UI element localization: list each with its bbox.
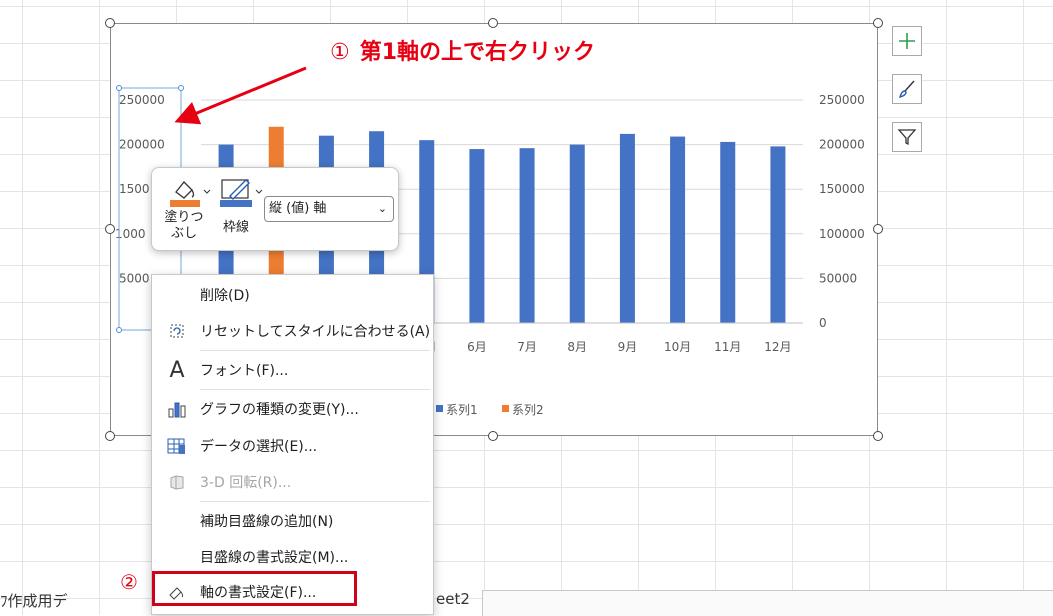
menu-item-select-data[interactable]: データの選択(E)... [152, 431, 433, 461]
chart-elements-button[interactable] [892, 26, 922, 56]
menu-label: リセットしてスタイルに合わせる(A) [200, 324, 431, 340]
bar-1-11月 [720, 141, 736, 323]
chart-handle-middle-left[interactable] [105, 224, 115, 234]
chart-element-select[interactable]: 縦 (値) 軸 ⌄ [264, 196, 394, 222]
pen-outline-icon [220, 179, 263, 207]
chart-handle-top-right[interactable] [873, 18, 883, 28]
step1-text: 第1軸の上で右クリック [359, 40, 596, 65]
font-icon: A [169, 357, 185, 383]
select-data-icon [166, 435, 188, 457]
annotation-arrow [174, 66, 307, 125]
left-axis-tick: 5000 [119, 271, 150, 285]
menu-item-3d-rotation: 3-D 回転(R)... [152, 467, 433, 497]
category-label: 11月 [714, 340, 741, 354]
3d-rotation-icon [166, 471, 188, 493]
menu-label: データの選択(E)... [200, 439, 318, 455]
right-axis-tick: 50000 [819, 271, 857, 285]
legend-swatch [436, 405, 443, 412]
chart-styles-button[interactable] [892, 74, 922, 104]
paint-bucket-icon [170, 181, 211, 207]
step1-annotation: ① 第1軸の上で右クリック [330, 34, 595, 66]
context-menu: 削除(D) リセットしてスタイルに合わせる(A) A フォント(F)... グラ… [151, 274, 434, 615]
chart-handle-bottom-left[interactable] [105, 431, 115, 441]
menu-item-font[interactable]: A フォント(F)... [152, 355, 433, 385]
step1-number: ① [330, 40, 350, 65]
menu-label: 補助目盛線の追加(N) [200, 514, 334, 530]
menu-separator [200, 350, 430, 351]
menu-label: グラフの種類の変更(Y)... [200, 402, 359, 418]
legend-swatch [502, 405, 509, 412]
outline-button[interactable]: 枠線 [220, 176, 266, 246]
right-axis-tick: 150000 [819, 182, 865, 196]
category-label: 6月 [467, 340, 487, 354]
menu-label: 3-D 回転(R)... [200, 475, 292, 491]
axis-selection-handle [116, 327, 122, 333]
axis-selection-handle [116, 85, 122, 91]
category-label: 7月 [517, 340, 537, 354]
bar-1-9月 [619, 133, 635, 323]
chart-element-select-value: 縦 (値) 軸 [269, 201, 327, 216]
sheet-tab-left[interactable]: ﾌ作成用デ [0, 590, 68, 611]
left-axis-tick: 1500 [119, 182, 150, 196]
chart-handle-top-center[interactable] [488, 18, 498, 28]
category-label: 12月 [764, 340, 791, 354]
sheet-tabs-bar: ﾌ作成用デ eet2 [0, 590, 1053, 616]
bar-1-8月 [569, 144, 585, 323]
fill-label-line1: 塗りつ [164, 210, 204, 225]
right-axis-tick: 250000 [819, 93, 865, 107]
sheet-tab-area [482, 590, 1053, 616]
plus-icon [899, 33, 915, 49]
category-label: 8月 [567, 340, 587, 354]
legend-label: 系列2 [512, 403, 544, 417]
menu-item-delete[interactable]: 削除(D) [152, 280, 433, 310]
category-label: 10月 [664, 340, 691, 354]
menu-item-format-gridlines[interactable]: 目盛線の書式設定(M)... [152, 542, 433, 572]
menu-separator [200, 389, 430, 390]
menu-item-reset-style[interactable]: リセットしてスタイルに合わせる(A) [152, 316, 433, 346]
fill-label-line2: ぶし [170, 226, 197, 241]
chart-type-icon [166, 398, 188, 420]
reset-style-icon [166, 320, 188, 342]
sheet-tab-middle[interactable]: eet2 [436, 590, 470, 608]
fill-label: 塗りつ ぶし [164, 210, 204, 242]
category-label: 9月 [618, 340, 638, 354]
bar-1-10月 [670, 136, 686, 323]
bar-1-6月 [469, 149, 485, 323]
menu-label: 目盛線の書式設定(M)... [200, 550, 349, 566]
right-axis-tick: 100000 [819, 227, 865, 241]
mini-toolbar: 塗りつ ぶし 枠線 縦 (値) 軸 ⌄ [151, 167, 399, 251]
left-axis-tick: 200000 [119, 138, 165, 152]
fill-button[interactable]: 塗りつ ぶし [164, 176, 212, 246]
chart-handle-top-left[interactable] [105, 18, 115, 28]
menu-item-change-chart-type[interactable]: グラフの種類の変更(Y)... [152, 394, 433, 424]
chart-handle-bottom-center[interactable] [488, 431, 498, 441]
menu-separator [200, 501, 430, 502]
left-axis-tick: 250000 [119, 93, 165, 107]
chart-handle-bottom-right[interactable] [873, 431, 883, 441]
brush-icon [898, 80, 915, 99]
right-axis-tick: 0 [819, 316, 827, 330]
chevron-down-icon: ⌄ [377, 202, 387, 215]
bar-1-12月 [770, 146, 786, 323]
outline-label: 枠線 [222, 220, 249, 235]
menu-label: 削除(D) [200, 288, 250, 304]
left-axis-tick: 1000 [115, 227, 146, 241]
legend-label: 系列1 [446, 403, 478, 417]
bar-1-7月 [519, 148, 535, 323]
chart-handle-middle-right[interactable] [873, 224, 883, 234]
menu-item-add-minor-gridlines[interactable]: 補助目盛線の追加(N) [152, 506, 433, 536]
chart-filter-button[interactable] [892, 122, 922, 152]
funnel-icon [897, 129, 917, 146]
menu-label: フォント(F)... [200, 363, 289, 379]
right-axis-tick: 200000 [819, 138, 865, 152]
